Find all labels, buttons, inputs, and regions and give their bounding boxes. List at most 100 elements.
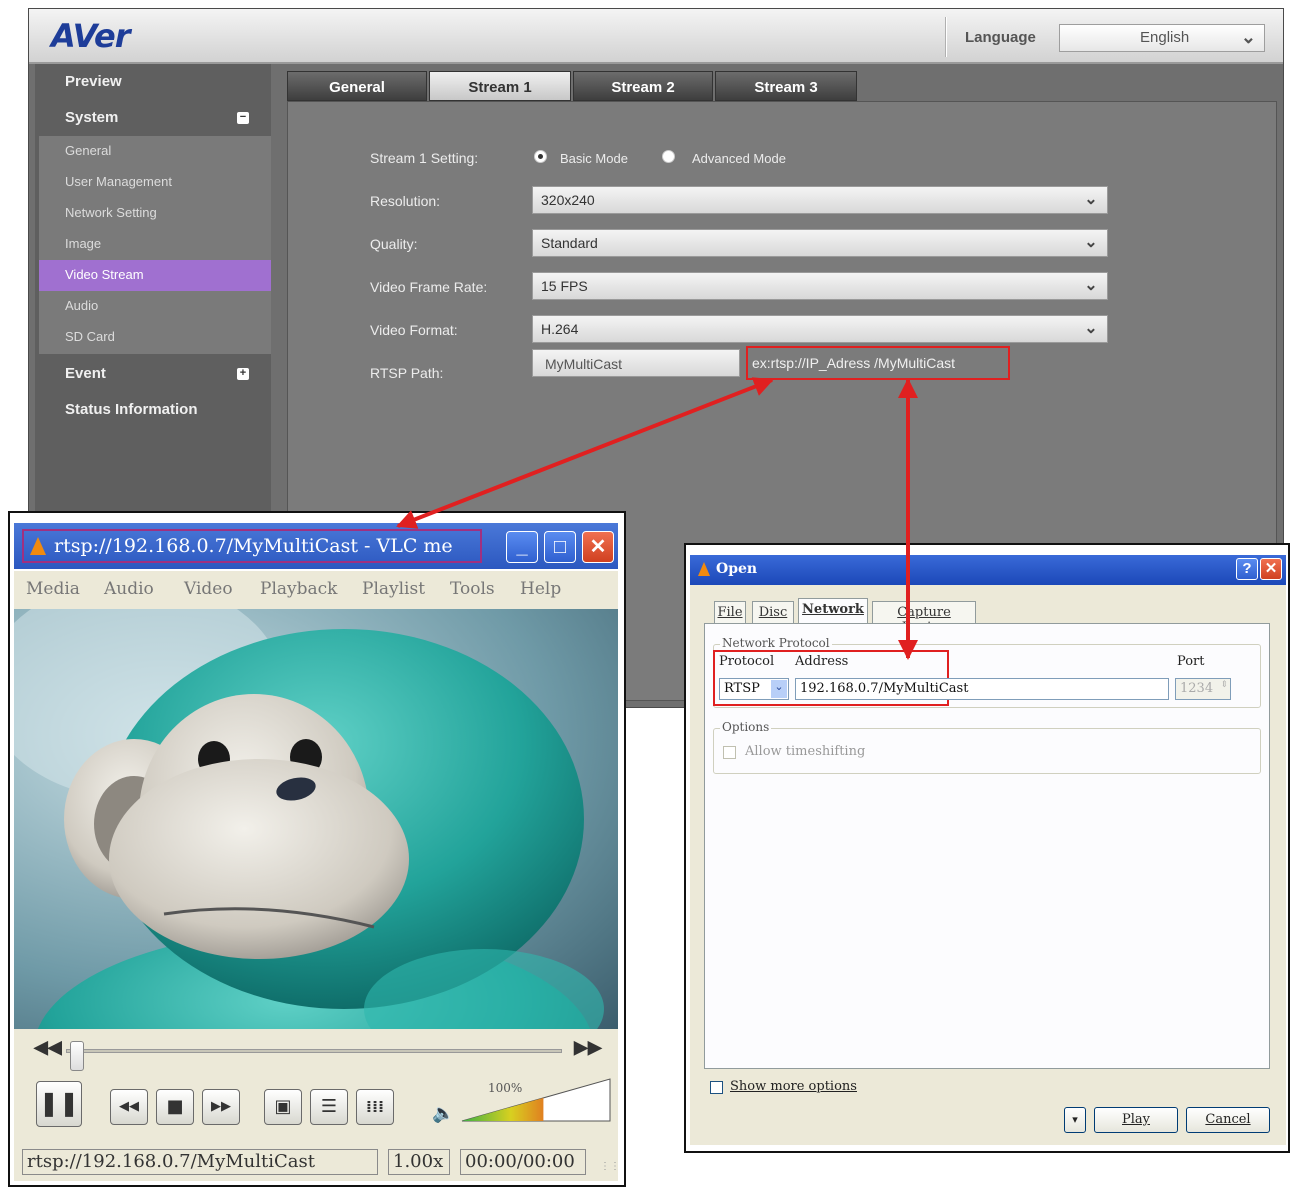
tab-general[interactable]: General (287, 71, 427, 101)
close-button[interactable]: ✕ (582, 531, 614, 563)
menu-video[interactable]: Video (184, 579, 233, 599)
vlc-cone-icon (30, 537, 46, 555)
sidebar-item-network-setting[interactable]: Network Setting (39, 198, 271, 229)
tab-stream-2[interactable]: Stream 2 (573, 71, 713, 101)
tab-file[interactable]: File (714, 601, 746, 623)
allow-timeshifting-checkbox[interactable] (723, 746, 736, 759)
sidebar-item-system[interactable]: System − (35, 100, 271, 136)
protocol-label: Protocol (719, 654, 775, 669)
quality-label: Quality: (370, 236, 418, 252)
video-format-value: H.264 (541, 321, 579, 337)
frame-rate-select[interactable]: 15 FPS ⌄ (532, 272, 1108, 300)
menu-media[interactable]: Media (26, 579, 80, 599)
open-dialog-titlebar[interactable]: Open ? ✕ (690, 555, 1286, 585)
vlc-video-area[interactable] (14, 609, 618, 1029)
language-select[interactable]: English ⌄ (1059, 24, 1265, 52)
stop-button[interactable]: ■ (156, 1089, 194, 1125)
menu-tools[interactable]: Tools (450, 579, 495, 599)
rewind-icon[interactable]: ◀◀ (34, 1037, 62, 1058)
resize-grip-icon[interactable]: ⋮⋮ (600, 1161, 620, 1172)
aver-logo: AVer (51, 17, 131, 55)
previous-button[interactable]: ◀◀ (110, 1089, 148, 1125)
sidebar-item-event[interactable]: Event + (35, 356, 271, 392)
cancel-button[interactable]: Cancel (1186, 1107, 1270, 1133)
playlist-button[interactable]: ☰ (310, 1089, 348, 1125)
tab-network[interactable]: Network (798, 598, 868, 624)
vlc-window-title: rtsp://192.168.0.7/MyMultiCast - VLC me (22, 529, 482, 563)
expand-icon[interactable]: + (237, 368, 249, 380)
port-value: 1234 (1180, 681, 1214, 696)
frame-rate-value: 15 FPS (541, 278, 588, 294)
collapse-icon[interactable]: − (237, 112, 249, 124)
sidebar-item-sd-card[interactable]: SD Card (39, 322, 271, 353)
resolution-select[interactable]: 320x240 ⌄ (532, 186, 1108, 214)
extended-settings-button[interactable]: ⁞⁞⁞ (356, 1089, 394, 1125)
sidebar-item-label: System (65, 109, 119, 126)
show-more-options-checkbox[interactable] (710, 1081, 723, 1094)
dropdown-toggle-button[interactable]: ▾ (1064, 1107, 1086, 1133)
speaker-icon[interactable]: 🔈 (432, 1103, 454, 1124)
sidebar-item-label: Event (65, 365, 106, 382)
open-dialog-title: Open (716, 561, 758, 577)
tab-capture-device[interactable]: Capture Device (872, 601, 976, 635)
volume-slider[interactable] (460, 1077, 612, 1125)
sidebar-item-general[interactable]: General (39, 136, 271, 167)
sidebar-item-status-information[interactable]: Status Information (35, 392, 271, 428)
monkey-toy-image (14, 609, 604, 1029)
next-button[interactable]: ▶▶ (202, 1089, 240, 1125)
rtsp-path-example: ex:rtsp://IP_Adress /MyMultiCast (746, 346, 1010, 380)
maximize-button[interactable]: □ (544, 531, 576, 563)
close-button[interactable]: ✕ (1260, 558, 1282, 580)
sidebar-item-image[interactable]: Image (39, 229, 271, 260)
protocol-select[interactable]: RTSP ⌄ (719, 678, 789, 700)
advanced-mode-radio[interactable] (662, 150, 675, 163)
vlc-menubar: Media Audio Video Playback Playlist Tool… (14, 571, 618, 609)
minimize-button[interactable]: _ (506, 531, 538, 563)
pause-button[interactable]: ❚❚ (36, 1081, 82, 1127)
sidebar-item-user-management[interactable]: User Management (39, 167, 271, 198)
header-separator (945, 17, 947, 57)
help-button[interactable]: ? (1236, 558, 1258, 580)
quality-value: Standard (541, 235, 598, 251)
vlc-titlebar[interactable]: rtsp://192.168.0.7/MyMultiCast - VLC me … (14, 523, 618, 569)
basic-mode-radio[interactable] (534, 150, 547, 163)
seek-bar[interactable] (66, 1049, 562, 1053)
vlc-cone-icon (698, 562, 710, 576)
vlc-status-bar: rtsp://192.168.0.7/MyMultiCast 1.00x 00:… (14, 1145, 620, 1181)
open-dialog: Open ? ✕ File Disc Network Capture Devic… (684, 543, 1290, 1153)
allow-timeshifting-label: Allow timeshifting (745, 744, 866, 759)
menu-playback[interactable]: Playback (260, 579, 337, 599)
fullscreen-button[interactable]: ▣ (264, 1089, 302, 1125)
resolution-label: Resolution: (370, 193, 441, 209)
chevron-down-icon: ⌄ (1240, 27, 1256, 47)
chevron-down-icon: ⌄ (1084, 277, 1098, 294)
vlc-controls: ◀◀ ▶▶ ❚❚ ◀◀ ■ ▶▶ ▣ ☰ ⁞⁞⁞ 🔈 100% (14, 1029, 618, 1145)
menu-audio[interactable]: Audio (104, 579, 154, 599)
menu-help[interactable]: Help (520, 579, 561, 599)
play-button[interactable]: Play (1094, 1107, 1178, 1133)
tab-stream-1[interactable]: Stream 1 (429, 71, 571, 101)
fast-forward-icon[interactable]: ▶▶ (574, 1037, 602, 1058)
rtsp-path-input[interactable]: MyMultiCast (532, 349, 740, 377)
resolution-value: 320x240 (541, 192, 595, 208)
quality-select[interactable]: Standard ⌄ (532, 229, 1108, 257)
menu-playlist[interactable]: Playlist (362, 579, 425, 599)
tab-disc[interactable]: Disc (752, 601, 794, 623)
sidebar-item-audio[interactable]: Audio (39, 291, 271, 322)
address-input[interactable]: 192.168.0.7/MyMultiCast (795, 678, 1169, 700)
status-speed[interactable]: 1.00x (388, 1149, 450, 1175)
video-format-select[interactable]: H.264 ⌄ (532, 315, 1108, 343)
sidebar-item-video-stream[interactable]: Video Stream (39, 260, 271, 291)
chevron-down-icon: ⌄ (1084, 191, 1098, 208)
port-input[interactable]: 1234 ⇕ (1175, 678, 1231, 700)
vlc-window: rtsp://192.168.0.7/MyMultiCast - VLC me … (8, 511, 626, 1187)
tab-stream-3[interactable]: Stream 3 (715, 71, 857, 101)
sidebar-item-preview[interactable]: Preview (35, 64, 271, 100)
status-time[interactable]: 00:00/00:00 (460, 1149, 586, 1175)
language-value: English (1140, 29, 1190, 46)
video-format-label: Video Format: (370, 322, 458, 338)
stream-setting-label: Stream 1 Setting: (370, 150, 479, 166)
seek-handle[interactable] (70, 1041, 84, 1071)
language-label: Language (965, 29, 1036, 46)
chevron-down-icon: ⌄ (1084, 320, 1098, 337)
